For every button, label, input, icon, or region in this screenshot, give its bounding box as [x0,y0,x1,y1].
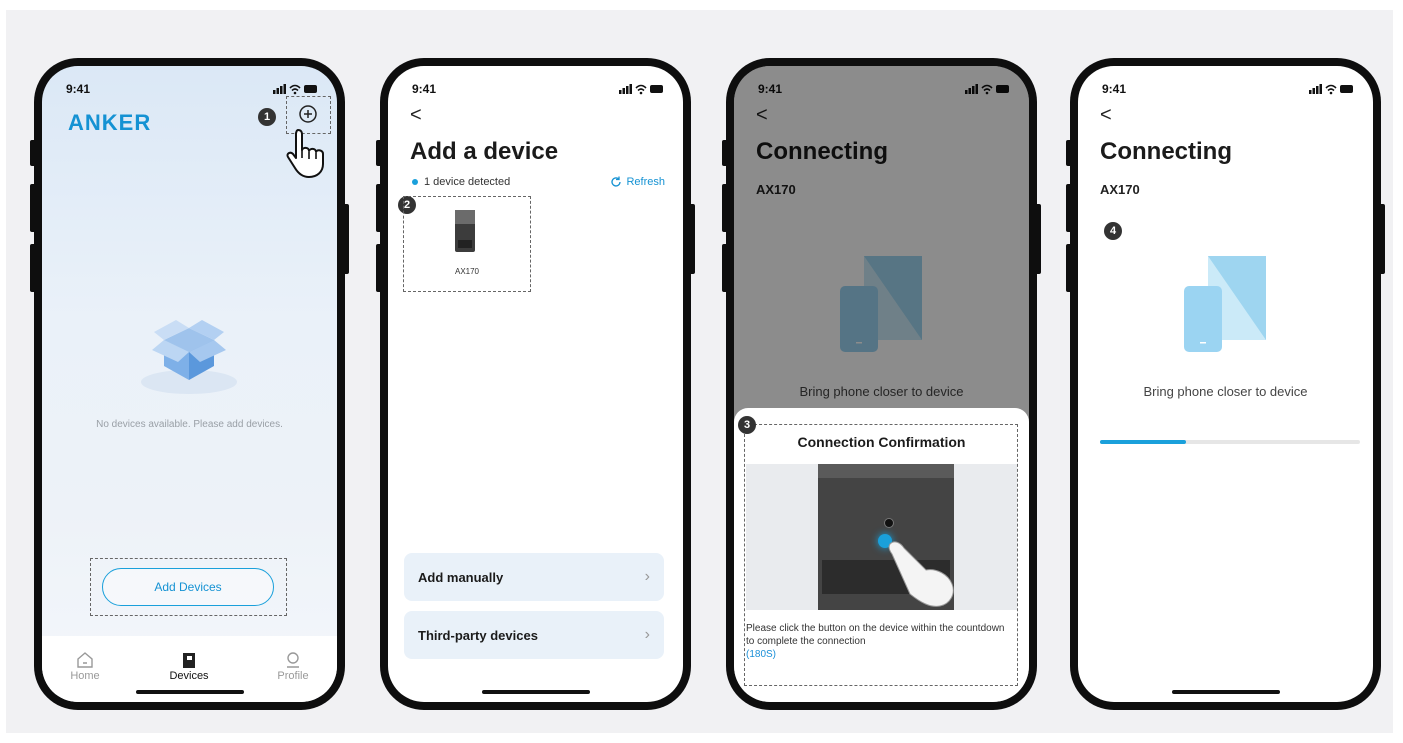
add-devices-button[interactable]: Add Devices [102,568,274,606]
connection-progress-bar [1100,440,1360,444]
chevron-right-icon: › [644,568,650,585]
chevron-right-icon: › [644,626,650,643]
page-title: Connecting [1100,138,1232,165]
empty-box-illustration [134,318,244,403]
profile-icon [258,650,328,670]
status-time: 9:41 [412,82,437,96]
tab-profile[interactable]: Profile [258,650,328,682]
status-icons [1309,82,1355,100]
hand-press-icon [888,541,954,607]
device-subtitle: AX170 [1100,182,1140,197]
third-party-devices-item[interactable]: Third-party devices › [404,611,664,659]
home-icon [50,650,120,670]
anker-logo: ANKER [68,110,152,135]
screen: 9:41 < Connecting AX170 Bring phone clos… [734,66,1029,702]
tab-devices[interactable]: Devices [154,650,224,682]
screen: 9:41 ANKER 1 No devices available. Pleas… [42,66,337,702]
step-badge-3: 3 [738,416,756,434]
status-time: 9:41 [66,82,91,96]
tab-profile-label: Profile [277,670,309,682]
home-indicator [481,690,590,694]
home-indicator [135,690,244,694]
confirmation-sheet: 3 Connection Confirmation Please click t… [734,408,1029,702]
hint-text: Bring phone closer to device [1143,384,1308,399]
add-manually-label: Add manually [418,569,504,585]
tab-home[interactable]: Home [50,650,120,682]
empty-state-text: No devices available. Please add devices… [96,419,283,430]
sheet-title: Connection Confirmation [797,434,966,450]
countdown-text: (180S) [746,649,777,660]
device-thumbnail [455,210,475,252]
phone-connecting-progress-screen: 9:41 < Connecting AX170 4 Bring phone cl… [1066,58,1385,710]
status-time: 9:41 [1102,82,1127,96]
device-press-illustration [746,464,1017,610]
step-badge-1: 1 [258,108,276,126]
device-card[interactable]: AX170 [403,196,531,292]
third-party-label: Third-party devices [418,627,538,643]
detected-status: 1 device detected [412,176,510,188]
sheet-instruction: Please click the button on the device wi… [746,622,1014,661]
back-button[interactable]: < [410,104,422,127]
status-bar: 9:41 [388,66,683,102]
page-title: Add a device [410,138,559,165]
hand-pointer-icon [282,126,330,183]
phone-home-screen: 9:41 ANKER 1 No devices available. Pleas… [30,58,349,710]
phone-add-device-screen: 9:41 < Add a device 1 device detected Re… [376,58,695,710]
detected-text: 1 device detected [424,176,511,188]
screen: 9:41 < Add a device 1 device detected Re… [388,66,683,702]
status-bar: 9:41 [1078,66,1373,102]
status-dot-icon [412,179,418,186]
phone-connecting-confirm-screen: 9:41 < Connecting AX170 Bring phone clos… [722,58,1041,710]
refresh-button[interactable]: Refresh [610,176,665,188]
back-button[interactable]: < [1100,104,1112,127]
devices-icon [154,650,224,670]
step-badge-4: 4 [1104,222,1122,240]
add-manually-item[interactable]: Add manually › [404,553,664,601]
tab-devices-label: Devices [169,670,209,682]
refresh-label: Refresh [626,176,665,188]
home-indicator [1171,690,1280,694]
phone-proximity-illustration [1182,256,1272,357]
refresh-icon [611,176,622,187]
progress-fill [1100,440,1186,444]
instruction-text: Please click the button on the device wi… [746,623,1005,647]
status-icons [619,82,665,100]
tab-home-label: Home [70,670,100,682]
screen: 9:41 < Connecting AX170 4 Bring phone cl… [1078,66,1373,702]
device-name: AX170 [454,267,480,276]
